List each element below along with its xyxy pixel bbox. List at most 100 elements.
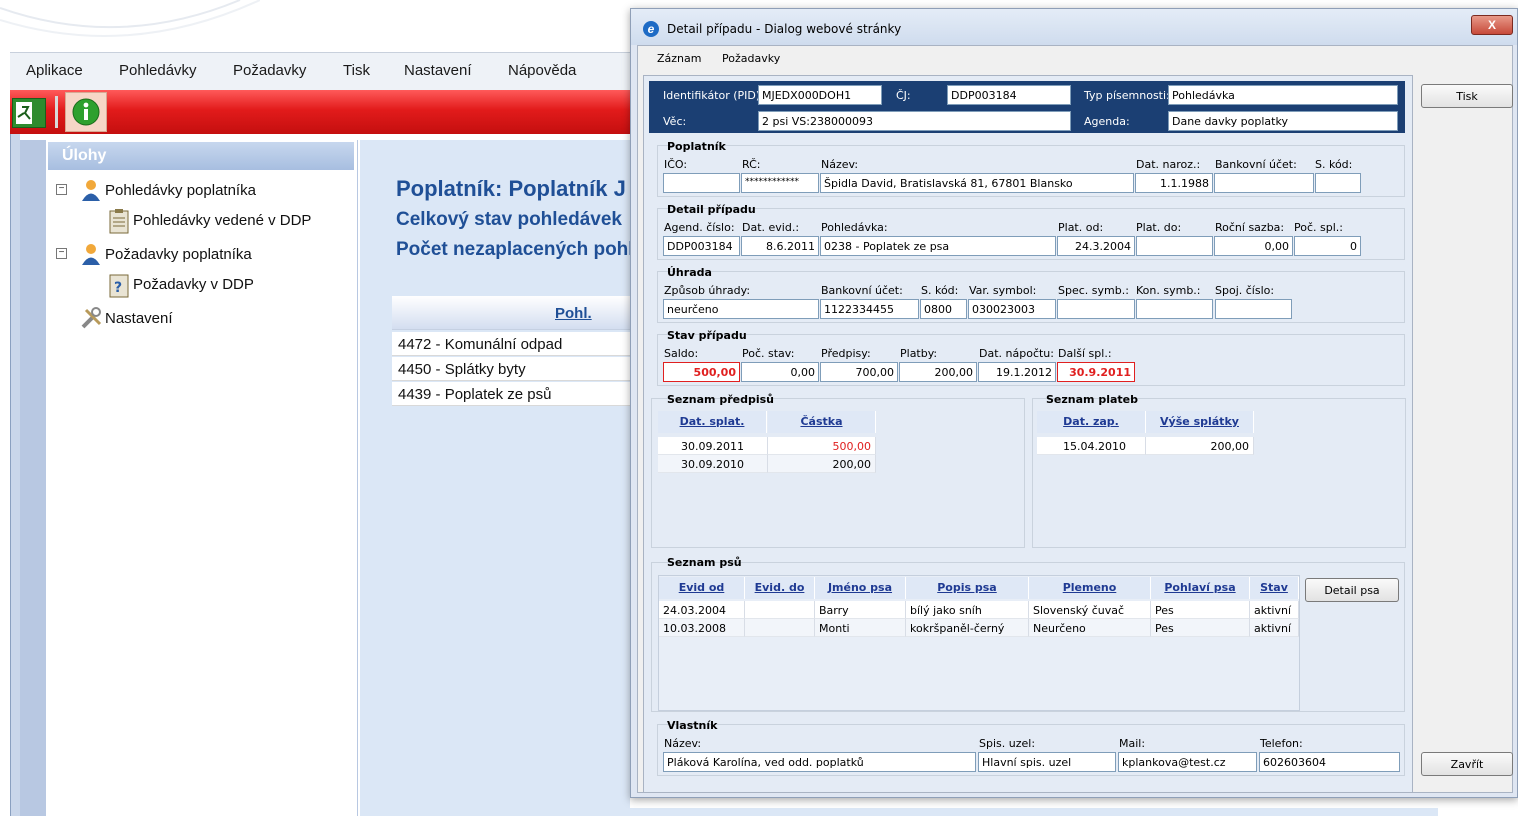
variable-symbol-field[interactable]: 030023003 bbox=[968, 299, 1056, 319]
menu-pohledavky[interactable]: Pohledávky bbox=[119, 62, 197, 79]
rc-field[interactable]: ************ bbox=[741, 173, 819, 193]
annual-rate-field[interactable]: 0,00 bbox=[1214, 236, 1293, 256]
sidebar-title: Úlohy bbox=[48, 142, 354, 170]
constant-symbol-field[interactable] bbox=[1136, 299, 1213, 319]
taxpayer-skod-field[interactable] bbox=[1315, 173, 1361, 193]
dog-status[interactable]: aktivní bbox=[1250, 619, 1299, 637]
print-button[interactable]: Tisk bbox=[1421, 84, 1513, 108]
col-breed[interactable]: Plemeno bbox=[1029, 577, 1151, 599]
menu-aplikace[interactable]: Aplikace bbox=[26, 62, 83, 79]
dog-evid-od[interactable]: 24.03.2004 bbox=[659, 601, 745, 619]
tree-expander-pohledavky[interactable]: − bbox=[56, 184, 67, 195]
group-dogs-title: Seznam psů bbox=[667, 556, 742, 569]
col-dog-description[interactable]: Popis psa bbox=[906, 577, 1029, 599]
menu-nastaveni[interactable]: Nastavení bbox=[404, 62, 472, 79]
dog-name[interactable]: Barry bbox=[815, 601, 906, 619]
group-payments-list-title: Seznam plateb bbox=[1046, 393, 1138, 406]
record-date-field[interactable]: 8.6.2011 bbox=[741, 236, 819, 256]
balance-field[interactable]: 500,00 bbox=[663, 362, 740, 382]
col-status[interactable]: Stav bbox=[1250, 577, 1299, 599]
dog-evid-od[interactable]: 10.03.2008 bbox=[659, 619, 745, 637]
claims-column-header[interactable]: Pohl. bbox=[555, 305, 592, 322]
payment-amount[interactable]: 200,00 bbox=[1146, 437, 1254, 455]
calc-date-field[interactable]: 19.1.2012 bbox=[978, 362, 1056, 382]
dog-name[interactable]: Monti bbox=[815, 619, 906, 637]
phone-field[interactable]: 602603604 bbox=[1259, 752, 1400, 772]
dog-sex[interactable]: Pes bbox=[1151, 619, 1250, 637]
payment-method-field[interactable]: neurčeno bbox=[663, 299, 819, 319]
subject-label: Věc: bbox=[663, 115, 687, 128]
ico-field[interactable] bbox=[663, 173, 740, 193]
menu-zaznam[interactable]: Záznam bbox=[657, 52, 701, 65]
valid-to-field[interactable] bbox=[1136, 236, 1213, 256]
header-decoration bbox=[0, 0, 260, 37]
table-row[interactable]: 4450 - Splátky byty bbox=[392, 357, 630, 381]
next-installment-label: Další spl.: bbox=[1058, 347, 1112, 360]
pid-label: Identifikátor (PID): bbox=[663, 89, 764, 102]
dog-detail-button[interactable]: Detail psa bbox=[1305, 578, 1399, 602]
mail-field[interactable]: kplankova@test.cz bbox=[1118, 752, 1257, 772]
dog-evid-do[interactable] bbox=[745, 619, 815, 637]
dog-status[interactable]: aktivní bbox=[1250, 601, 1299, 619]
specific-symbol-field[interactable] bbox=[1057, 299, 1135, 319]
dog-description[interactable]: bílý jako sníh bbox=[906, 601, 1029, 619]
menu-napoveda[interactable]: Nápověda bbox=[508, 62, 576, 79]
close-button[interactable]: Zavřít bbox=[1421, 752, 1513, 776]
menu-tisk[interactable]: Tisk bbox=[343, 62, 370, 79]
valid-from-field[interactable]: 24.3.2004 bbox=[1057, 236, 1135, 256]
tree-item-pohledavky-ddp[interactable]: Pohledávky vedené v DDP bbox=[108, 208, 311, 234]
birth-date-field[interactable]: 1.1.1988 bbox=[1135, 173, 1213, 193]
assessment-amount[interactable]: 200,00 bbox=[768, 455, 876, 473]
dog-breed[interactable]: Neurčeno bbox=[1029, 619, 1151, 637]
installments-field[interactable]: 0 bbox=[1294, 236, 1361, 256]
col-dog-name[interactable]: Jméno psa bbox=[815, 577, 906, 599]
doc-type-field[interactable]: Pohledávka bbox=[1168, 85, 1398, 105]
link-number-field[interactable] bbox=[1215, 299, 1292, 319]
tree-item-pohledavky-poplatnika[interactable]: Pohledávky poplatníka bbox=[80, 178, 256, 202]
next-installment-field[interactable]: 30.9.2011 bbox=[1057, 362, 1135, 382]
payment-date[interactable]: 15.04.2010 bbox=[1037, 437, 1146, 455]
col-evid-do[interactable]: Evid. do bbox=[745, 577, 815, 599]
col-record-date[interactable]: Dat. zap. bbox=[1037, 411, 1146, 433]
assessments-field[interactable]: 700,00 bbox=[820, 362, 898, 382]
taxpayer-bank-field[interactable] bbox=[1214, 173, 1314, 193]
menu-pozadavky[interactable]: Požadavky bbox=[233, 62, 306, 79]
col-sex[interactable]: Pohlaví psa bbox=[1151, 577, 1250, 599]
balance-label: Saldo: bbox=[664, 347, 699, 360]
tree-item-pozadavky-ddp[interactable]: ? Požadavky v DDP bbox=[108, 272, 254, 298]
table-row[interactable]: 4472 - Komunální odpad bbox=[392, 332, 630, 356]
subject-field[interactable]: 2 psi VS:238000093 bbox=[758, 111, 1071, 131]
opening-balance-field[interactable]: 0,00 bbox=[741, 362, 819, 382]
pid-field[interactable]: MJEDX000DOH1 bbox=[758, 85, 882, 105]
assessment-date[interactable]: 30.09.2011 bbox=[658, 437, 768, 455]
payment-skod-field[interactable]: 0800 bbox=[920, 299, 967, 319]
col-payment-amount[interactable]: Výše splátky bbox=[1146, 411, 1254, 433]
info-icon[interactable] bbox=[65, 92, 107, 132]
owner-name-field[interactable]: Pláková Karolína, ved odd. poplatků bbox=[663, 752, 976, 772]
exit-icon[interactable] bbox=[12, 98, 46, 128]
assessment-amount[interactable]: 500,00 bbox=[768, 437, 876, 455]
table-row[interactable]: 4439 - Poplatek ze psů bbox=[392, 382, 630, 406]
tree-label: Požadavky poplatníka bbox=[105, 245, 252, 263]
agenda-field[interactable]: Dane davky poplatky bbox=[1168, 111, 1398, 131]
dog-evid-do[interactable] bbox=[745, 601, 815, 619]
filing-node-field[interactable]: Hlavní spis. uzel bbox=[978, 752, 1116, 772]
col-amount[interactable]: Částka bbox=[768, 411, 876, 433]
col-evid-od[interactable]: Evid od bbox=[659, 577, 745, 599]
dog-breed[interactable]: Slovenský čuvač bbox=[1029, 601, 1151, 619]
agenda-number-field[interactable]: DDP003184 bbox=[663, 236, 740, 256]
dog-sex[interactable]: Pes bbox=[1151, 601, 1250, 619]
tree-item-nastaveni[interactable]: Nastavení bbox=[80, 306, 173, 330]
tree-item-pozadavky-poplatnika[interactable]: Požadavky poplatníka bbox=[80, 242, 252, 266]
assessment-date[interactable]: 30.09.2010 bbox=[658, 455, 768, 473]
menu-dialog-pozadavky[interactable]: Požadavky bbox=[722, 52, 780, 65]
payment-bank-field[interactable]: 1122334455 bbox=[820, 299, 919, 319]
col-due-date[interactable]: Dat. splat. bbox=[658, 411, 767, 433]
taxpayer-name-field[interactable]: Špidla David, Bratislavská 81, 67801 Bla… bbox=[820, 173, 1134, 193]
dog-description[interactable]: kokršpaněl-černý bbox=[906, 619, 1029, 637]
tree-expander-pozadavky[interactable]: − bbox=[56, 248, 67, 259]
payments-field[interactable]: 200,00 bbox=[899, 362, 977, 382]
claim-field[interactable]: 0238 - Poplatek ze psa bbox=[820, 236, 1056, 256]
cj-field[interactable]: DDP003184 bbox=[947, 85, 1071, 105]
window-close-button[interactable]: X bbox=[1471, 15, 1513, 35]
